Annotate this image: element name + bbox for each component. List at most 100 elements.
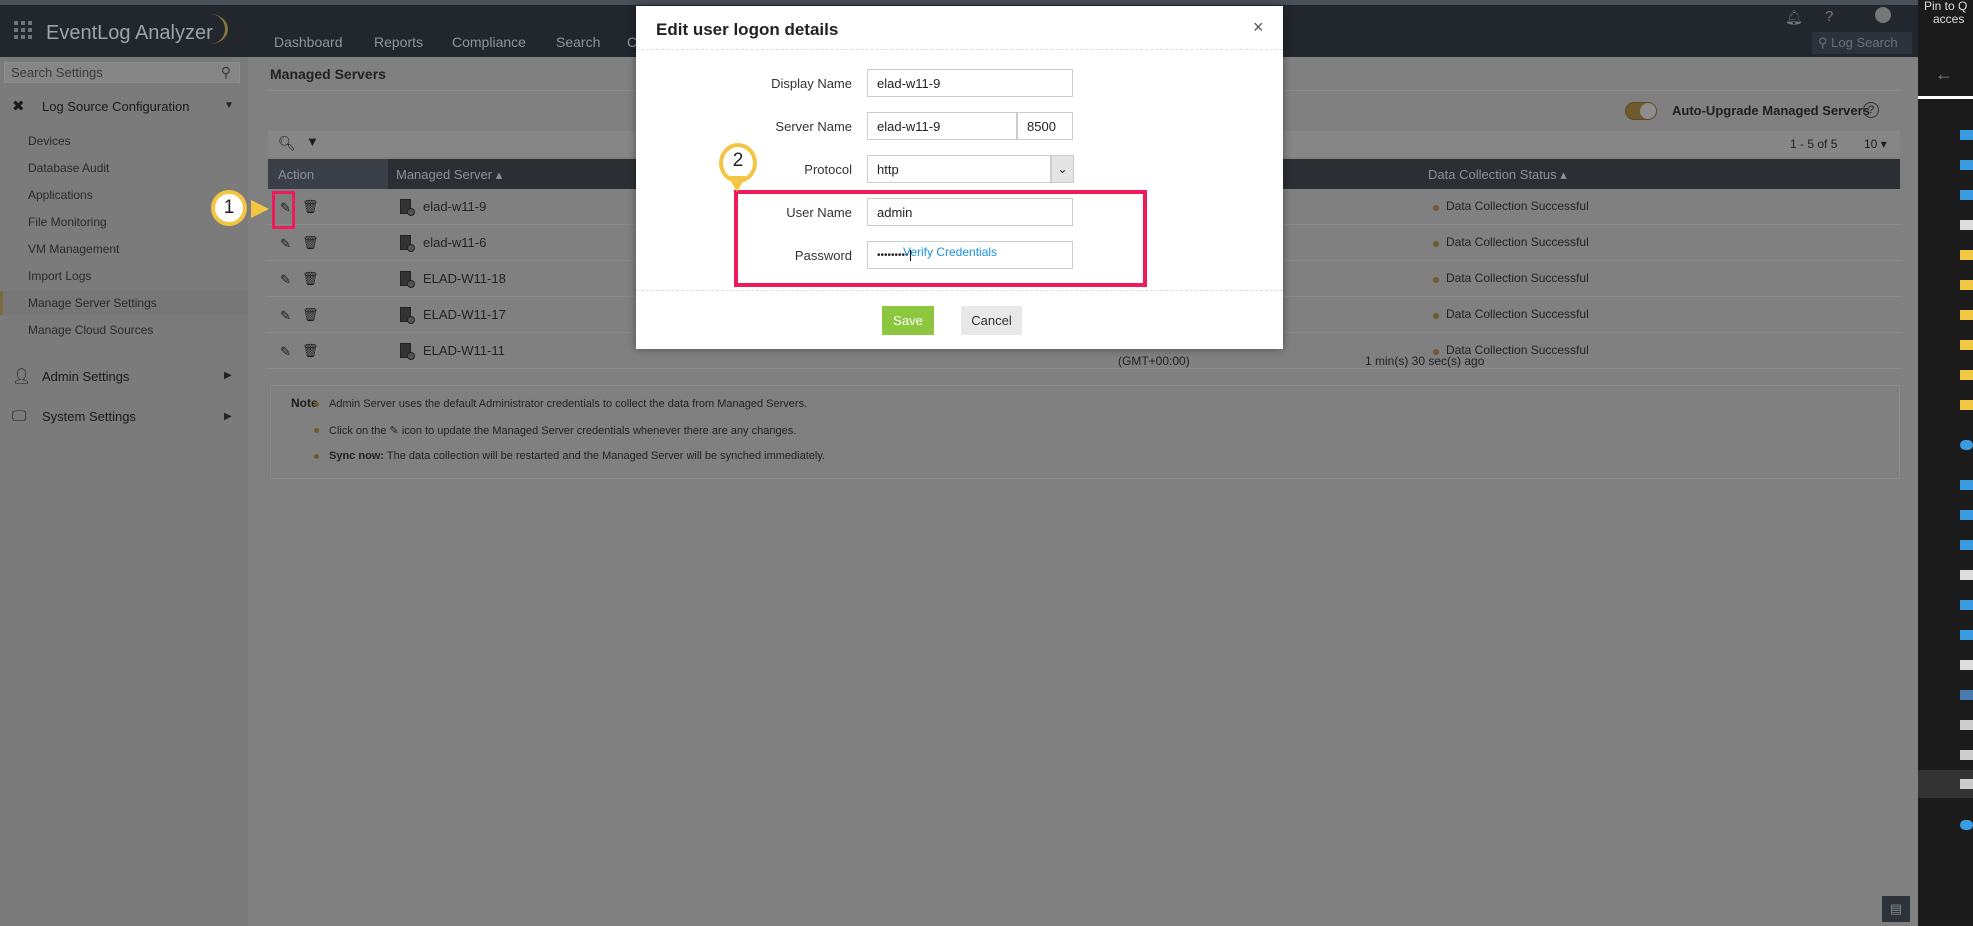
- server-name[interactable]: ELAD-W11-11: [423, 343, 505, 358]
- drive-icon[interactable]: [1960, 720, 1973, 730]
- sidebar-item-database-audit[interactable]: Database Audit: [28, 161, 109, 175]
- app-grid-icon[interactable]: [14, 21, 32, 39]
- edit-pencil-icon[interactable]: ✎: [280, 236, 291, 252]
- 3d-objects-icon[interactable]: [1960, 510, 1973, 520]
- pictures-icon[interactable]: [1960, 660, 1973, 670]
- delete-trash-icon[interactable]: 🗑︎: [302, 199, 319, 215]
- folder-icon[interactable]: [1960, 310, 1973, 320]
- folder-icon[interactable]: [1960, 400, 1973, 410]
- drive-icon[interactable]: [1960, 750, 1973, 760]
- star-icon[interactable]: [1960, 130, 1973, 140]
- music-icon[interactable]: [1960, 630, 1973, 640]
- server-name[interactable]: ELAD-W11-18: [423, 271, 506, 286]
- folder-icon[interactable]: [1960, 250, 1973, 260]
- monitor-gear-icon: 🖵︎: [12, 408, 27, 425]
- this-pc-icon[interactable]: [1960, 480, 1973, 490]
- nav-reports[interactable]: Reports: [374, 34, 423, 50]
- sidebar-section-system[interactable]: 🖵︎ System Settings: [12, 408, 136, 425]
- pin-text-2: acces: [1933, 12, 1965, 26]
- column-managed-server[interactable]: Managed Server ▴: [396, 167, 502, 183]
- section-label: Log Source Configuration: [42, 98, 190, 114]
- desktop-folder-icon[interactable]: [1960, 160, 1973, 170]
- note-line-2: Click on the ✎ icon to update the Manage…: [313, 424, 796, 437]
- auto-upgrade-label: Auto-Upgrade Managed Servers: [1672, 103, 1870, 118]
- nav-dashboard[interactable]: Dashboard: [274, 34, 343, 50]
- downloads-icon[interactable]: [1960, 190, 1973, 200]
- close-icon[interactable]: ×: [1253, 17, 1264, 38]
- page-title: Managed Servers: [270, 66, 386, 82]
- server-name[interactable]: ELAD-W11-17: [423, 307, 506, 322]
- pin-tooltip: Pin to Qacces: [1924, 0, 1973, 26]
- status-dot: [1433, 277, 1439, 283]
- desktop-icon[interactable]: [1960, 540, 1973, 550]
- filter-icon[interactable]: ▼: [306, 134, 319, 149]
- onedrive-icon[interactable]: [1960, 440, 1973, 450]
- delete-trash-icon[interactable]: 🗑︎: [302, 343, 319, 359]
- last-sync-text: 1 min(s) 30 sec(s) ago: [1365, 354, 1485, 368]
- note-text: The data collection will be restarted an…: [386, 450, 826, 462]
- display-name-input[interactable]: elad-w11-9: [867, 69, 1073, 97]
- chat-icon[interactable]: ▤: [1882, 896, 1910, 922]
- auto-upgrade-toggle[interactable]: [1625, 102, 1657, 120]
- server-name[interactable]: elad-w11-9: [423, 199, 486, 214]
- documents-icon[interactable]: [1960, 570, 1973, 580]
- caret-right-icon[interactable]: ▶: [224, 370, 232, 381]
- help-menu[interactable]: ?: [1825, 8, 1833, 25]
- edit-pencil-icon[interactable]: ✎: [280, 308, 291, 324]
- videos-icon[interactable]: [1960, 690, 1973, 700]
- sidebar-item-vm-management[interactable]: VM Management: [28, 242, 119, 256]
- server-name[interactable]: elad-w11-6: [423, 235, 486, 250]
- sidebar-section-log-source[interactable]: ✖ Log Source Configuration: [12, 97, 189, 115]
- sidebar-item-import-logs[interactable]: Import Logs: [28, 269, 91, 283]
- sidebar-section-admin[interactable]: 👤︎ Admin Settings: [12, 367, 129, 385]
- delete-trash-icon[interactable]: 🗑︎: [302, 271, 319, 287]
- sidebar-item-manage-server-settings[interactable]: Manage Server Settings: [28, 296, 157, 310]
- protocol-select[interactable]: http: [867, 155, 1051, 183]
- nav-compliance[interactable]: Compliance: [452, 34, 526, 50]
- downloads-icon[interactable]: [1960, 600, 1973, 610]
- save-button[interactable]: Save: [882, 306, 934, 335]
- sidebar-item-applications[interactable]: Applications: [28, 188, 93, 202]
- help-icon[interactable]: ?: [1863, 102, 1879, 118]
- per-page-value: 10: [1864, 137, 1878, 151]
- log-search-button[interactable]: ⚲ Log Search: [1812, 32, 1912, 54]
- delete-trash-icon[interactable]: 🗑︎: [302, 235, 319, 251]
- server-name-input[interactable]: elad-w11-9: [867, 112, 1017, 140]
- pagination-info: 1 - 5 of 5: [1790, 137, 1838, 151]
- caret-down-icon[interactable]: ▼: [224, 100, 234, 111]
- sidebar-item-file-monitoring[interactable]: File Monitoring: [28, 215, 107, 229]
- highlight-box-edit: [272, 191, 295, 229]
- server-icon: [400, 343, 415, 360]
- table-search-icon[interactable]: 🔍︎: [278, 135, 296, 152]
- section-label: System Settings: [42, 409, 136, 424]
- back-arrow-icon[interactable]: ←: [1935, 64, 1953, 85]
- bell-icon[interactable]: 🔔︎: [1785, 9, 1803, 26]
- status-dot: [1433, 205, 1439, 211]
- network-icon[interactable]: [1960, 820, 1973, 830]
- folder-icon[interactable]: [1960, 340, 1973, 350]
- chevron-down-icon[interactable]: ⌄: [1051, 155, 1074, 183]
- caret-right-icon[interactable]: ▶: [224, 411, 232, 422]
- nav-search[interactable]: Search: [556, 34, 600, 50]
- delete-trash-icon[interactable]: 🗑︎: [302, 307, 319, 323]
- port-input[interactable]: 8500: [1017, 112, 1073, 140]
- drive-icon[interactable]: [1960, 779, 1973, 789]
- search-placeholder: Search Settings: [11, 65, 103, 80]
- cancel-button[interactable]: Cancel: [961, 306, 1022, 335]
- column-data-collection-status[interactable]: Data Collection Status ▴: [1428, 167, 1567, 183]
- tools-icon: ✖: [12, 98, 25, 115]
- folder-icon[interactable]: [1960, 370, 1973, 380]
- edit-pencil-icon[interactable]: ✎: [280, 272, 291, 288]
- documents-icon[interactable]: [1960, 220, 1973, 230]
- search-settings-input[interactable]: Search Settings ⚲: [4, 62, 240, 83]
- user-avatar-icon[interactable]: [1875, 7, 1891, 23]
- per-page-select[interactable]: 10 ▾: [1864, 137, 1887, 151]
- annotation-1: 1: [211, 190, 247, 226]
- search-icon[interactable]: ⚲: [221, 64, 231, 81]
- sidebar-item-devices[interactable]: Devices: [28, 134, 71, 148]
- folder-icon[interactable]: [1960, 280, 1973, 290]
- app-logo[interactable]: EventLog Analyzer: [46, 22, 213, 45]
- edit-pencil-icon[interactable]: ✎: [280, 344, 291, 360]
- status-text: Data Collection Successful: [1446, 271, 1589, 285]
- sidebar-item-manage-cloud-sources[interactable]: Manage Cloud Sources: [28, 323, 153, 337]
